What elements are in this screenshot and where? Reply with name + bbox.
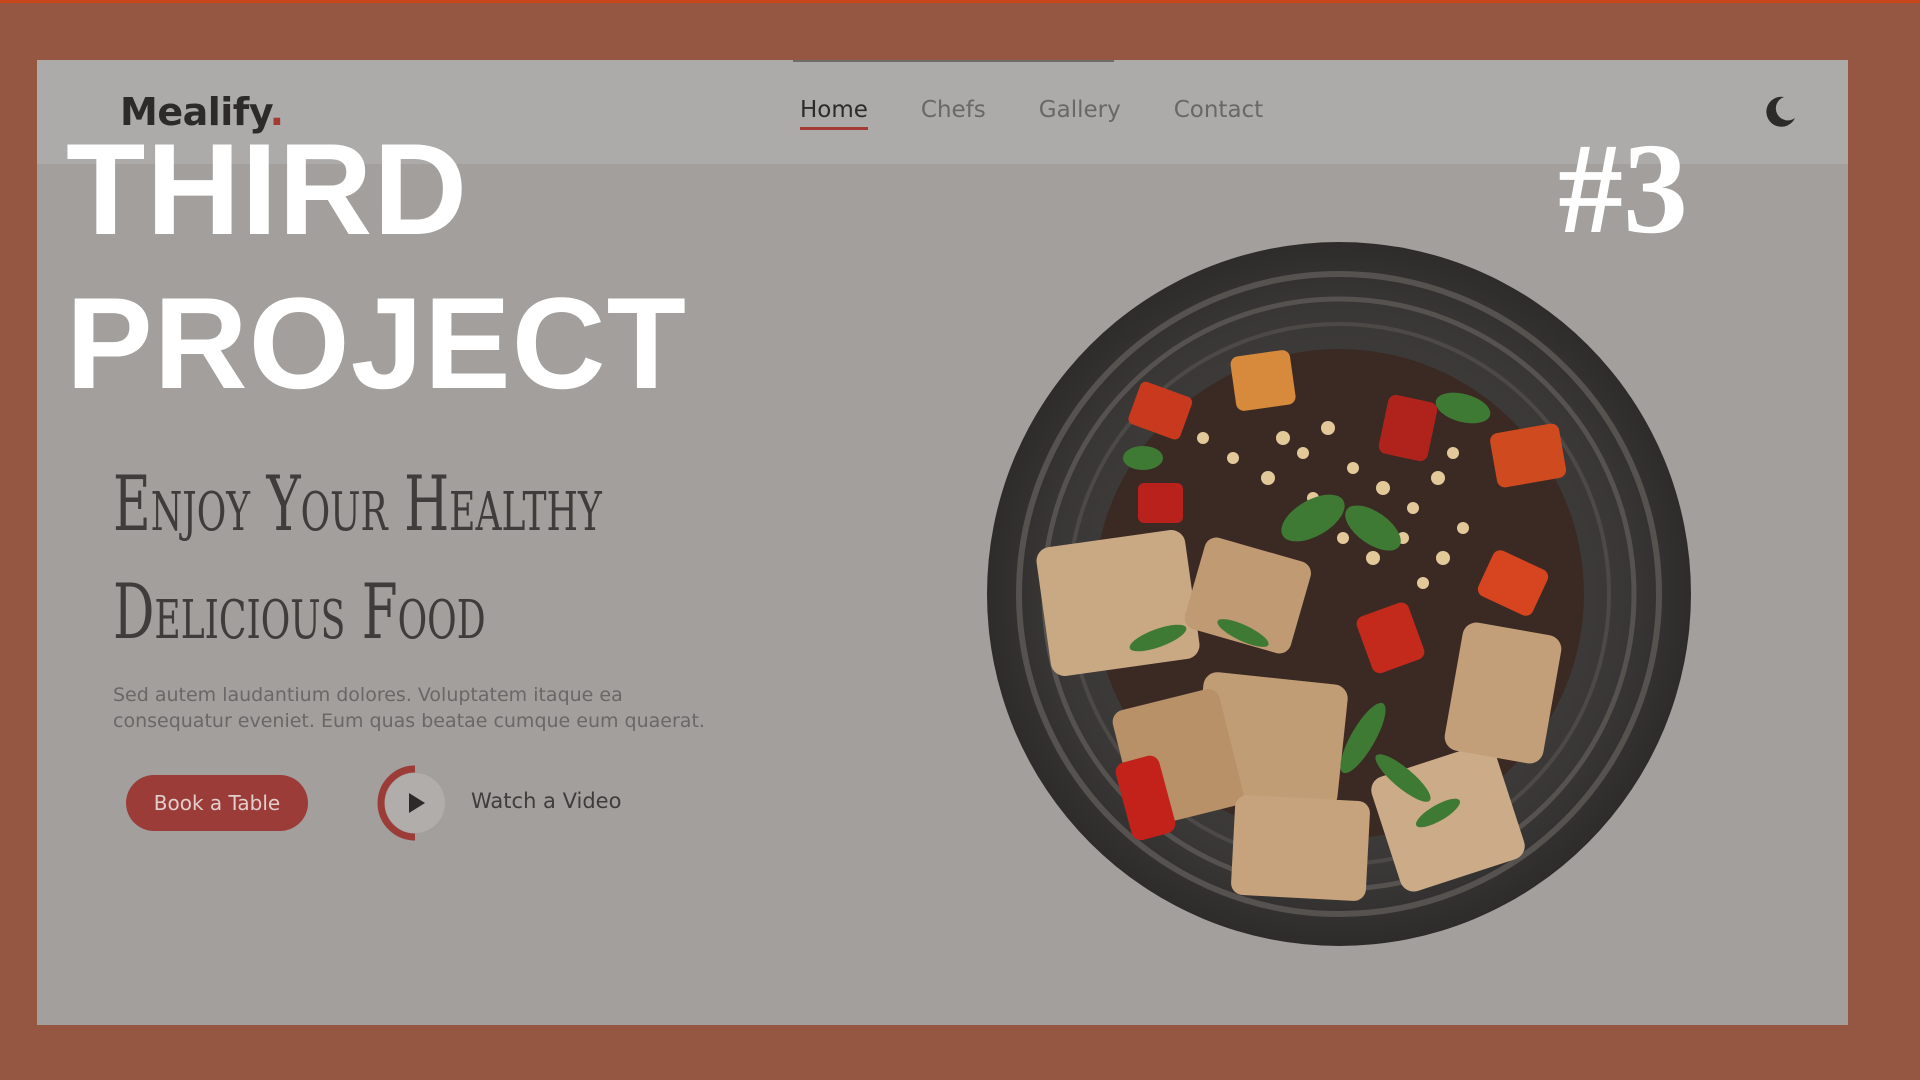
scroll-indicator [793,60,1114,62]
headline-line-2: Delicious Food [113,567,486,656]
top-accent-line [0,0,1920,3]
nav-item-gallery[interactable]: Gallery [1039,97,1121,130]
nav-item-chefs[interactable]: Chefs [921,97,986,130]
hero-headline: Enjoy Your Healthy Delicious Food [113,450,602,666]
overlay-project-number: #3 [1558,117,1688,261]
nav-item-home[interactable]: Home [800,97,868,130]
book-table-button[interactable]: Book a Table [126,775,308,831]
food-dish-image [987,242,1691,946]
watch-video-link[interactable]: Watch a Video [471,789,621,813]
nav-item-contact[interactable]: Contact [1174,97,1263,130]
moon-icon[interactable] [1762,94,1798,130]
overlay-title-line-1: THIRD [66,116,469,262]
overlay-title-line-2: PROJECT [66,270,688,416]
headline-line-1: Enjoy Your Healthy [113,459,602,548]
overlay-title: THIRD PROJECT [66,112,687,420]
hero-description: Sed autem laudantium dolores. Voluptatem… [113,684,705,732]
main-nav: Home Chefs Gallery Contact [800,97,1263,130]
play-icon[interactable] [377,765,453,841]
